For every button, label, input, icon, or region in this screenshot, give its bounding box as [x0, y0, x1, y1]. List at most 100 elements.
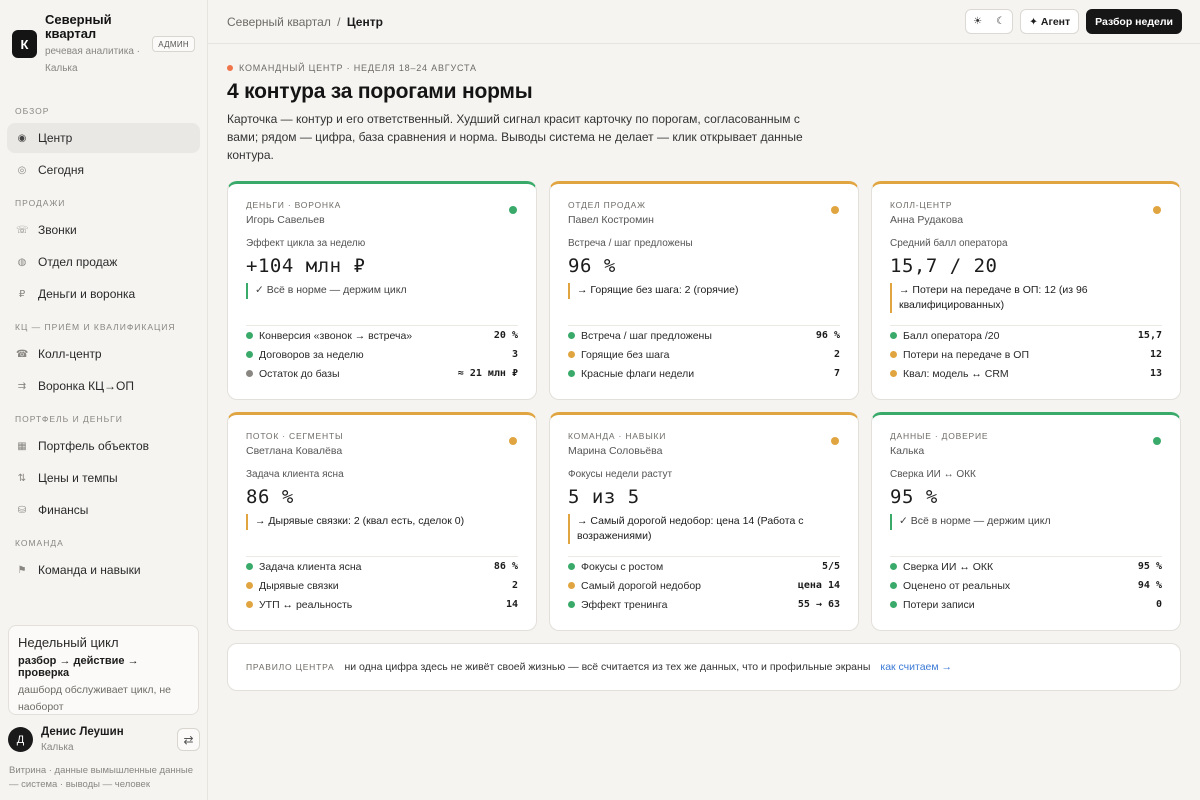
metric-status-dot-icon: [246, 563, 253, 570]
card-category: ПОТОК · СЕГМЕНТЫ: [246, 431, 344, 441]
metric-label: Самый дорогой недобор: [581, 579, 702, 592]
moon-icon[interactable]: ☾: [996, 16, 1005, 27]
card-owner: Светлана Ковалёва: [246, 445, 343, 457]
card-signal: → Горящие без шага: 2 (горячие): [568, 283, 840, 299]
status-dot-icon: [831, 206, 839, 214]
nav-section-label: ПРОДАЖИ: [15, 198, 66, 208]
center-rule-bar: ПРАВИЛО ЦЕНТРА ни одна цифра здесь не жи…: [227, 643, 1181, 691]
how-we-count-link[interactable]: как считаем →: [880, 661, 952, 673]
metric-label: Задача клиента ясна: [259, 560, 362, 573]
flag-icon: ⚑: [17, 564, 27, 576]
theme-toggle[interactable]: ☀ ☾: [965, 9, 1014, 34]
sidebar-item[interactable]: ⇅ Цены и темпы: [7, 463, 200, 493]
status-dot-icon: [509, 437, 517, 445]
metric-value: 13: [1149, 368, 1162, 379]
metric-status-dot-icon: [568, 332, 575, 339]
sidebar-item[interactable]: ◉ Центр: [7, 123, 200, 153]
metric-value: 20 %: [493, 330, 518, 341]
metric-value: ≈ 21 млн ₽: [457, 368, 518, 379]
eyebrow: КОМАНДНЫЙ ЦЕНТР · НЕДЕЛЯ 18–24 АВГУСТА: [227, 63, 1181, 73]
weekly-cycle-box: Недельный цикл разбор → действие → прове…: [8, 625, 199, 715]
sidebar-item[interactable]: ⛁ Финансы: [7, 495, 200, 525]
card-metric-list: Задача клиента ясна 86 % Дырявые связки 2 УТ…: [246, 557, 518, 614]
sidebar-item[interactable]: ₽ Деньги и воронка: [7, 279, 200, 309]
contour-card[interactable]: ПОТОК · СЕГМЕНТЫ Светлана Ковалёва Задача …: [227, 412, 537, 631]
brand-logo[interactable]: К: [12, 30, 37, 58]
card-metric-list: Балл оператора /20 15,7 Потери на передаче…: [890, 326, 1162, 383]
metric-row: Фокусы с ростом 5/5: [568, 557, 840, 576]
sidebar-item[interactable]: ◎ Сегодня: [7, 155, 200, 185]
card-category: КОЛЛ-ЦЕНТР: [890, 200, 953, 210]
breadcrumb: Северный квартал / Центр: [227, 15, 383, 29]
metric-row: Остаток до базы ≈ 21 млн ₽: [246, 364, 518, 383]
sidebar-item[interactable]: ⇉ Воронка КЦ→ОП: [7, 371, 200, 401]
metric-row: Сверка ИИ ↔ ОКК 95 %: [890, 557, 1162, 576]
card-category: ОТДЕЛ ПРОДАЖ: [568, 200, 646, 210]
sidebar-item[interactable]: ⚑ Команда и навыки: [7, 555, 200, 585]
contour-card[interactable]: ОТДЕЛ ПРОДАЖ Павел Костромин Встреча / шаг…: [549, 181, 859, 400]
card-value: 15,7 / 20: [890, 255, 998, 277]
metric-row: Потери на передаче в ОП 12: [890, 345, 1162, 364]
phone-icon: ☎: [16, 348, 29, 360]
card-owner: Марина Соловьёва: [568, 445, 663, 457]
content: КОМАНДНЫЙ ЦЕНТР · НЕДЕЛЯ 18–24 АВГУСТА 4…: [208, 63, 1200, 691]
sidebar-item[interactable]: ◍ Отдел продаж: [7, 247, 200, 277]
metric-row: Дырявые связки 2: [246, 576, 518, 595]
metric-row: Квал: модель ↔ CRM 13: [890, 364, 1162, 383]
metric-row: Встреча / шаг предложены 96 %: [568, 326, 840, 345]
nav-section-label: КОМАНДА: [15, 538, 64, 548]
metric-label: Фокусы с ростом: [581, 560, 664, 573]
card-owner: Павел Костромин: [568, 214, 654, 226]
metric-row: Эффект тренинга 55 → 63: [568, 595, 840, 614]
sidebar-item[interactable]: ☏ Звонки: [7, 215, 200, 245]
sidebar-item[interactable]: ▦ Портфель объектов: [7, 431, 200, 461]
sidebar-item[interactable]: ☎ Колл-центр: [7, 339, 200, 369]
contour-card[interactable]: ДЕНЬГИ · ВОРОНКА Игорь Савельев Эффект цик…: [227, 181, 537, 400]
user-text: Денис Леушин Калька: [41, 726, 177, 753]
agent-button[interactable]: ✦ Агент: [1020, 9, 1080, 34]
weekly-cycle-flow: разбор → действие → проверка: [18, 655, 139, 679]
avatar[interactable]: Д: [8, 727, 33, 752]
metric-status-dot-icon: [246, 351, 253, 358]
sidebar-item-label: Портфель объектов: [38, 439, 150, 453]
funnel-icon: ⇉: [17, 380, 27, 392]
card-category: КОМАНДА · НАВЫКИ: [568, 431, 667, 441]
card-metric-label: Встреча / шаг предложены: [568, 238, 693, 249]
sidebar-item-label: Финансы: [38, 503, 89, 517]
card-category: ДЕНЬГИ · ВОРОНКА: [246, 200, 342, 210]
card-signal: → Дырявые связки: 2 (квал есть, сделок 0…: [246, 514, 518, 530]
metric-row: УТП ↔ реальность 14: [246, 595, 518, 614]
contour-card[interactable]: КОМАНДА · НАВЫКИ Марина Соловьёва Фокусы н…: [549, 412, 859, 631]
card-value: 86 %: [246, 486, 294, 508]
card-metric-list: Встреча / шаг предложены 96 % Горящие без …: [568, 326, 840, 383]
card-metric-label: Эффект цикла за неделю: [246, 238, 366, 249]
card-signal: → Потери на передаче в ОП: 12 (из 96 ква…: [890, 283, 1162, 313]
breadcrumb-parent[interactable]: Северный квартал: [227, 15, 331, 29]
nav-section-label: ПОРТФЕЛЬ И ДЕНЬГИ: [15, 414, 123, 424]
brand-header: К Северный квартал речевая аналитика · К…: [0, 0, 207, 88]
metric-label: Балл оператора /20: [903, 329, 1000, 342]
ruble-icon: ₽: [18, 288, 26, 300]
sidebar-nav: ОБЗОР ◉ Центр ◎ Сегодня ПРОДАЖИ ☏ Звонки ◍ Отдел …: [0, 88, 207, 585]
metric-status-dot-icon: [890, 332, 897, 339]
eyebrow-text: КОМАНДНЫЙ ЦЕНТР · НЕДЕЛЯ 18–24 АВГУСТА: [239, 63, 477, 73]
metric-label: Красные флаги недели: [581, 367, 695, 380]
metric-value: 7: [833, 368, 840, 379]
contour-card[interactable]: КОЛЛ-ЦЕНТР Анна Рудакова Средний балл опер…: [871, 181, 1181, 400]
metric-status-dot-icon: [568, 601, 575, 608]
metric-status-dot-icon: [246, 332, 253, 339]
metric-status-dot-icon: [568, 370, 575, 377]
admin-badge: АДМИН: [152, 36, 195, 52]
sun-icon[interactable]: ☀: [973, 16, 982, 27]
metric-row: Потери записи 0: [890, 595, 1162, 614]
weekly-review-button[interactable]: Разбор недели: [1086, 9, 1182, 34]
brand-subtitle: речевая аналитика · Калька: [45, 46, 141, 74]
contour-card[interactable]: ДАННЫЕ · ДОВЕРИЕ Калька Сверка ИИ ↔ ОКК 95 …: [871, 412, 1181, 631]
circle-icon: ◎: [17, 164, 27, 176]
switch-account-button[interactable]: ⇄: [177, 728, 200, 751]
brand-name: Северный квартал: [45, 12, 112, 41]
card-signal: → Самый дорогой недобор: цена 14 (Работа…: [568, 514, 840, 544]
card-metric-list: Сверка ИИ ↔ ОКК 95 % Оценено от реальных 94…: [890, 557, 1162, 614]
metric-value: 95 %: [1137, 561, 1162, 572]
metric-label: Потери записи: [903, 598, 975, 611]
